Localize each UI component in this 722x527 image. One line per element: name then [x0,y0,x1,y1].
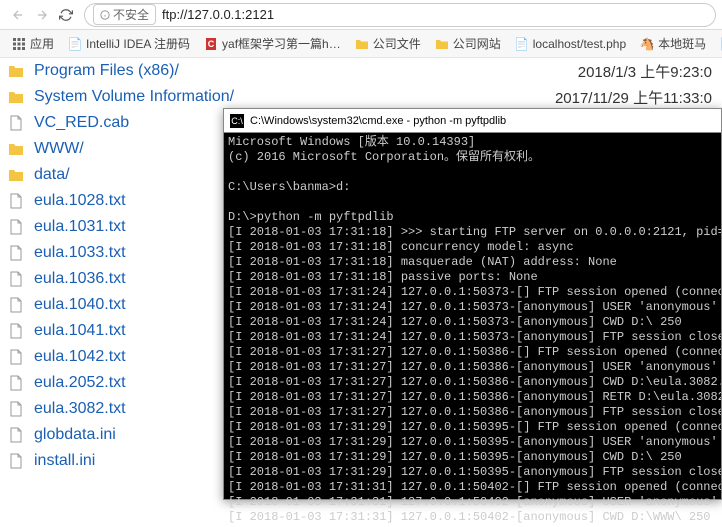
folder-icon [8,63,24,79]
folder-icon [355,37,369,51]
file-link[interactable]: eula.3082.txt [34,400,126,418]
folder-icon [8,89,24,105]
apps-icon [12,37,26,51]
file-link[interactable]: eula.1042.txt [34,348,126,366]
list-item: System Volume Information/2017/11/29 上午1… [0,84,722,110]
file-link[interactable]: System Volume Information/ [34,88,234,106]
list-item: Program Files (x86)/ 2018/1/3 上午9:23:0 [0,58,722,84]
file-link[interactable]: WWW/ [34,140,84,158]
back-button[interactable] [6,3,30,27]
file-date: 2018/1/3 上午9:23:0 [578,61,712,82]
page-icon: 📄 [515,37,529,51]
security-label: 不安全 [113,6,149,23]
folder-icon [8,167,24,183]
file-icon [8,193,24,209]
file-link[interactable]: eula.2052.txt [34,374,126,392]
file-link[interactable]: eula.1036.txt [34,270,126,288]
file-icon [8,427,24,443]
file-link[interactable]: eula.1031.txt [34,218,126,236]
bookmark-label: IntelliJ IDEA 注册码 [86,35,190,52]
cmd-output[interactable]: Microsoft Windows [版本 10.0.14393] (c) 20… [224,133,721,527]
bookmark-label: 本地斑马 [658,35,706,52]
bookmark-item[interactable]: Cyaf框架学习第一篇h… [198,33,347,54]
file-link[interactable]: VC_RED.cab [34,114,129,132]
file-date: 2017/11/29 上午11:33:0 [555,87,712,108]
file-link[interactable]: Program Files (x86)/ [34,62,179,80]
file-icon [8,375,24,391]
file-icon [8,349,24,365]
file-icon [8,115,24,131]
file-icon [8,453,24,469]
cmd-window[interactable]: C:\ C:\Windows\system32\cmd.exe - python… [223,108,722,500]
bookmark-item[interactable]: 公司网站 [429,33,507,54]
info-icon [100,10,110,20]
cmd-title-text: C:\Windows\system32\cmd.exe - python -m … [250,115,506,127]
bookmark-item[interactable]: 📄 localhost/test.php [509,35,632,53]
file-icon [8,297,24,313]
bookmark-item[interactable]: 📄Amaze U [714,35,722,53]
cmd-icon: C:\ [230,114,244,128]
file-link[interactable]: eula.1040.txt [34,296,126,314]
file-link[interactable]: eula.1041.txt [34,322,126,340]
horse-icon: 🐴 [640,37,654,51]
file-link[interactable]: eula.1033.txt [34,244,126,262]
file-link[interactable]: data/ [34,166,70,184]
page-icon: C [204,37,218,51]
file-icon [8,245,24,261]
page-icon: 📄 [68,37,82,51]
forward-button[interactable] [30,3,54,27]
file-icon [8,219,24,235]
bookmark-label: localhost/test.php [533,37,626,51]
bookmark-label: 公司网站 [453,35,501,52]
folder-icon [8,141,24,157]
reload-button[interactable] [54,3,78,27]
url-text: ftp://127.0.0.1:2121 [162,7,274,22]
file-icon [8,323,24,339]
url-bar[interactable]: 不安全 ftp://127.0.0.1:2121 [84,3,716,27]
file-link[interactable]: install.ini [34,452,95,470]
bookmark-item[interactable]: 🐴 本地斑马 [634,33,712,54]
apps-label: 应用 [30,35,54,52]
browser-nav: 不安全 ftp://127.0.0.1:2121 [0,0,722,30]
bookmarks-bar: 应用 📄 IntelliJ IDEA 注册码 Cyaf框架学习第一篇h… 公司文件… [0,30,722,58]
cmd-titlebar[interactable]: C:\ C:\Windows\system32\cmd.exe - python… [224,109,721,133]
apps-button[interactable]: 应用 [6,33,60,54]
bookmark-item[interactable]: 公司文件 [349,33,427,54]
file-icon [8,401,24,417]
file-link[interactable]: globdata.ini [34,426,116,444]
bookmark-label: 公司文件 [373,35,421,52]
file-link[interactable]: eula.1028.txt [34,192,126,210]
bookmark-label: yaf框架学习第一篇h… [222,35,341,52]
folder-icon [435,37,449,51]
file-icon [8,271,24,287]
bookmark-item[interactable]: 📄 IntelliJ IDEA 注册码 [62,33,196,54]
security-badge[interactable]: 不安全 [93,4,156,25]
